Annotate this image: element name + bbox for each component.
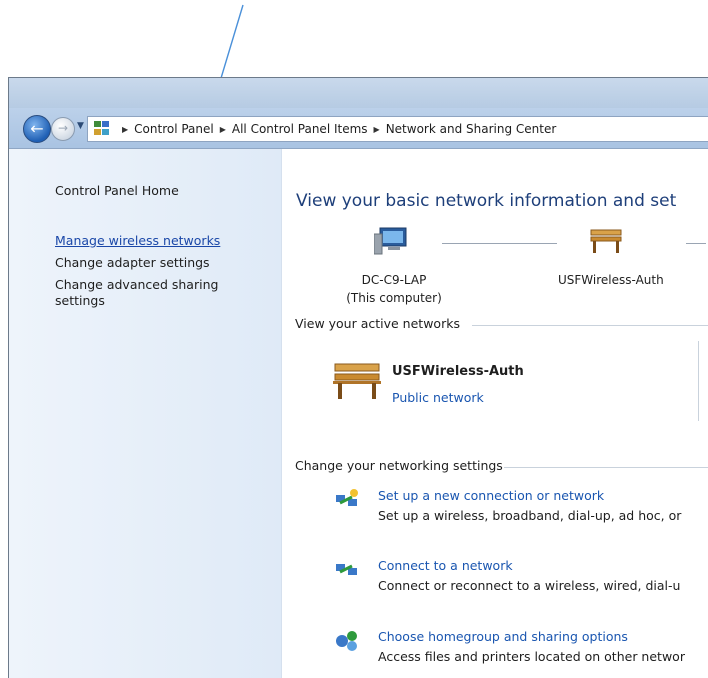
map-network-name: USFWireless-Auth	[558, 273, 664, 287]
connect-network-icon	[336, 564, 357, 575]
forward-button[interactable]: →	[51, 117, 75, 141]
breadcrumb[interactable]: ▶ Control Panel ▶ All Control Panel Item…	[87, 116, 708, 142]
new-connection-icon	[336, 489, 358, 506]
vertical-divider	[698, 341, 699, 421]
homegroup-icon	[336, 631, 357, 651]
computer-icon	[374, 227, 407, 255]
sidebar: Control Panel Home Manage wireless netwo…	[9, 149, 282, 678]
computer-name: DC-C9-LAP	[361, 273, 427, 287]
history-dropdown-icon[interactable]: ▼	[77, 121, 84, 131]
title-bar	[9, 78, 708, 108]
chevron-right-icon[interactable]: ▶	[122, 125, 128, 134]
sidebar-item-adapter-settings[interactable]: Change adapter settings	[55, 255, 210, 271]
sidebar-item-manage-wireless[interactable]: Manage wireless networks	[55, 233, 220, 249]
breadcrumb-all-items[interactable]: All Control Panel Items	[232, 122, 368, 136]
task-link-connect-network[interactable]: Connect to a network	[378, 558, 513, 573]
task-desc-homegroup: Access files and printers located on oth…	[378, 649, 685, 664]
network-sharing-center-window: ← → ▼ ▶ Control Panel ▶ All Control Pane…	[8, 77, 708, 678]
page-title: View your basic network information and …	[296, 191, 677, 211]
computer-subtitle: (This computer)	[346, 291, 442, 305]
active-networks-header: View your active networks	[295, 316, 460, 331]
active-network-type[interactable]: Public network	[392, 390, 484, 405]
breadcrumb-network-sharing-center[interactable]: Network and Sharing Center	[386, 122, 557, 136]
chevron-right-icon[interactable]: ▶	[374, 125, 380, 134]
task-link-new-connection[interactable]: Set up a new connection or network	[378, 488, 604, 503]
section-divider	[472, 325, 708, 326]
active-network-name: USFWireless-Auth	[392, 364, 524, 379]
settings-header: Change your networking settings	[295, 458, 503, 473]
map-connector-line	[686, 243, 706, 244]
sidebar-item-home[interactable]: Control Panel Home	[55, 183, 179, 199]
section-divider	[504, 467, 708, 468]
task-desc-new-connection: Set up a wireless, broadband, dial-up, a…	[378, 508, 682, 523]
task-link-homegroup[interactable]: Choose homegroup and sharing options	[378, 629, 628, 644]
map-connector-line	[442, 243, 557, 244]
bench-icon	[590, 229, 622, 253]
sidebar-item-advanced-sharing[interactable]: Change advanced sharing settings	[55, 277, 255, 309]
control-panel-icon	[94, 121, 112, 137]
main-content: View your basic network information and …	[282, 149, 708, 678]
address-bar: ← → ▼ ▶ Control Panel ▶ All Control Pane…	[9, 108, 708, 149]
task-desc-connect-network: Connect or reconnect to a wireless, wire…	[378, 578, 681, 593]
chevron-right-icon[interactable]: ▶	[220, 125, 226, 134]
back-button[interactable]: ←	[23, 115, 51, 143]
breadcrumb-control-panel[interactable]: Control Panel	[134, 122, 214, 136]
bench-icon	[333, 363, 381, 399]
